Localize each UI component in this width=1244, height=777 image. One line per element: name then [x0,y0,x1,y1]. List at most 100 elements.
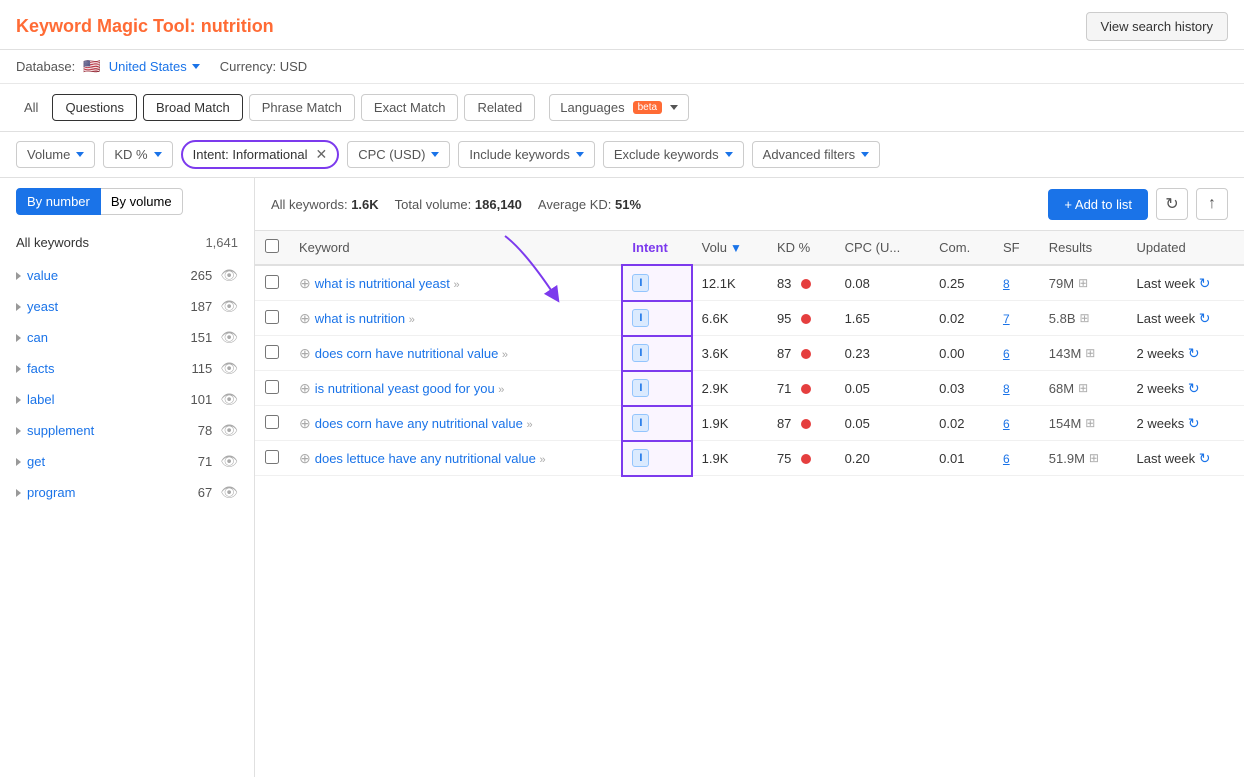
kd-filter[interactable]: KD % [103,141,172,168]
eye-icon[interactable]: 👁 [220,453,238,470]
results-cell: 79M ⊞ [1039,265,1127,301]
sf-link[interactable]: 8 [1003,382,1010,396]
row-checkbox[interactable] [265,275,279,289]
refresh-icon[interactable]: ↻ [1188,415,1200,431]
kd-column-header[interactable]: KD % [767,231,835,265]
sf-link[interactable]: 6 [1003,347,1010,361]
row-checkbox[interactable] [265,415,279,429]
refresh-icon[interactable]: ↻ [1199,450,1211,466]
country-selector[interactable]: United States [109,59,200,74]
double-arrow-icon: » [540,454,546,466]
sidebar-item-program[interactable]: program 67 👁 [0,477,254,508]
intent-filter[interactable]: Intent: Informational ✕ [181,140,340,169]
sf-cell[interactable]: 6 [993,336,1039,371]
intent-filter-close[interactable]: ✕ [316,146,328,163]
cpc-cell: 0.05 [835,371,930,406]
tab-related[interactable]: Related [464,94,535,121]
sf-column-header[interactable]: SF [993,231,1039,265]
eye-icon[interactable]: 👁 [220,360,238,377]
results-cell: 154M ⊞ [1039,406,1127,441]
sf-link[interactable]: 6 [1003,452,1010,466]
sidebar-item-can[interactable]: can 151 👁 [0,322,254,353]
keyword-link[interactable]: is nutritional yeast good for you [315,381,495,396]
keyword-link[interactable]: what is nutritional yeast [315,276,450,291]
refresh-button[interactable]: ↻ [1156,188,1188,220]
tab-exact-match[interactable]: Exact Match [361,94,459,121]
double-arrow-icon: » [453,279,459,291]
sf-cell[interactable]: 8 [993,371,1039,406]
sidebar-item-facts[interactable]: facts 115 👁 [0,353,254,384]
kd-cell: 83 [767,265,835,301]
sidebar-label: label [27,392,54,407]
by-volume-button[interactable]: By volume [101,188,183,215]
table-row: ⊕what is nutrition »I6.6K95 1.650.0275.8… [255,301,1244,336]
languages-dropdown[interactable]: Languages beta [549,94,689,121]
sf-cell[interactable]: 6 [993,406,1039,441]
eye-icon[interactable]: 👁 [220,267,238,284]
cpc-column-header[interactable]: CPC (U... [835,231,930,265]
com-column-header[interactable]: Com. [929,231,993,265]
com-cell: 0.02 [929,406,993,441]
refresh-icon[interactable]: ↻ [1199,310,1211,326]
country-label: United States [109,59,187,74]
sf-link[interactable]: 6 [1003,417,1010,431]
keyword-link[interactable]: does lettuce have any nutritional value [315,451,536,466]
refresh-icon[interactable]: ↻ [1188,380,1200,396]
eye-icon[interactable]: 👁 [220,298,238,315]
eye-icon[interactable]: 👁 [220,391,238,408]
intent-badge: I [632,274,649,292]
exclude-keywords-label: Exclude keywords [614,147,719,162]
tab-all[interactable]: All [16,95,46,120]
sidebar-item-value[interactable]: value 265 👁 [0,260,254,291]
include-keywords-filter[interactable]: Include keywords [458,141,594,168]
row-checkbox[interactable] [265,450,279,464]
keyword-link[interactable]: does corn have nutritional value [315,346,499,361]
eye-icon[interactable]: 👁 [220,422,238,439]
by-number-button[interactable]: By number [16,188,101,215]
updated-cell: 2 weeks ↻ [1127,406,1244,441]
select-all-checkbox[interactable] [265,239,279,253]
sidebar-item-get[interactable]: get 71 👁 [0,446,254,477]
page-header: Keyword Magic Tool: nutrition View searc… [0,0,1244,50]
keyword-link[interactable]: what is nutrition [315,311,405,326]
sidebar-item-yeast[interactable]: yeast 187 👁 [0,291,254,322]
sf-link[interactable]: 7 [1003,312,1010,326]
updated-column-header[interactable]: Updated [1127,231,1244,265]
tab-broad-match[interactable]: Broad Match [143,94,243,121]
sf-link[interactable]: 8 [1003,277,1010,291]
sidebar-all-keywords-label: All keywords [16,235,89,250]
eye-icon[interactable]: 👁 [220,329,238,346]
table-row: ⊕does lettuce have any nutritional value… [255,441,1244,476]
com-cell: 0.03 [929,371,993,406]
languages-chevron-icon [670,105,678,110]
view-history-button[interactable]: View search history [1086,12,1228,41]
sf-cell[interactable]: 8 [993,265,1039,301]
refresh-icon[interactable]: ↻ [1199,275,1211,291]
refresh-icon[interactable]: ↻ [1188,345,1200,361]
volume-cell: 1.9K [692,441,767,476]
add-to-list-button[interactable]: + Add to list [1048,189,1148,220]
export-button[interactable]: ↑ [1196,188,1228,220]
sidebar-item-label[interactable]: label 101 👁 [0,384,254,415]
advanced-filters[interactable]: Advanced filters [752,141,881,168]
sf-cell[interactable]: 6 [993,441,1039,476]
flag-icon: 🇺🇸 [83,58,100,75]
cpc-filter[interactable]: CPC (USD) [347,141,450,168]
keyword-column-header[interactable]: Keyword [289,231,622,265]
row-checkbox[interactable] [265,380,279,394]
keyword-link[interactable]: does corn have any nutritional value [315,416,523,431]
volume-filter[interactable]: Volume [16,141,95,168]
tab-phrase-match[interactable]: Phrase Match [249,94,355,121]
subheader: Database: 🇺🇸 United States Currency: USD [0,50,1244,84]
volume-cell: 2.9K [692,371,767,406]
results-column-header[interactable]: Results [1039,231,1127,265]
sf-cell[interactable]: 7 [993,301,1039,336]
eye-icon[interactable]: 👁 [220,484,238,501]
row-checkbox[interactable] [265,345,279,359]
sidebar-item-supplement[interactable]: supplement 78 👁 [0,415,254,446]
row-checkbox[interactable] [265,310,279,324]
tab-questions[interactable]: Questions [52,94,137,121]
exclude-keywords-filter[interactable]: Exclude keywords [603,141,744,168]
volume-column-header[interactable]: Volu ▼ [692,231,767,265]
intent-column-header[interactable]: Intent [622,231,691,265]
